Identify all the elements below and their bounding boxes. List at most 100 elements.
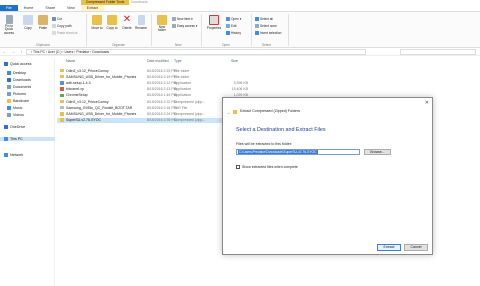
file-date: 8/15/2016 2:22 PM (147, 99, 177, 104)
sidebar-item-label: OneDrive (10, 125, 26, 129)
destination-path-input[interactable]: C:\Users\Predator\Downloads\SuperSU-v2.7… (236, 149, 360, 155)
table-row[interactable]: adb-setup-1.4.3 8/15/2016 2:12 PM Applicat… (57, 80, 277, 85)
properties-button[interactable]: Properties (205, 15, 223, 30)
history-label: History (231, 31, 241, 35)
navigation-arrows[interactable]: ← → ↑ (2, 49, 24, 54)
sidebar-item-this-pc[interactable]: This PC (0, 137, 55, 142)
tab-extract[interactable]: Extract (80, 5, 104, 11)
close-icon[interactable]: ✕ (425, 100, 429, 106)
address-bar-row: ← → ↑ › This PC › Acer (C:) › Users › Pr… (0, 48, 480, 56)
paste-icon (38, 15, 48, 25)
pin-quick-access-button[interactable]: Pin to Quick access (2, 15, 16, 35)
file-name: Odin3_v3.12_PrinceComsy (66, 99, 109, 104)
sidebar-item-onedrive[interactable]: OneDrive (4, 125, 26, 130)
rename-button[interactable]: Rename (135, 15, 147, 30)
open-button[interactable]: Open ▾ (226, 17, 241, 22)
edit-label: Edit (231, 24, 237, 28)
search-input[interactable] (400, 49, 476, 55)
sidebar-item-desktop[interactable]: Desktop (7, 71, 26, 76)
back-arrow-icon[interactable]: ← (227, 110, 231, 115)
sidebar-item-bandicam[interactable]: Bandicam (7, 99, 29, 104)
properties-icon (209, 15, 219, 25)
file-date: 8/15/2016 2:19 PM (147, 74, 177, 79)
sidebar-item-network[interactable]: Network (4, 153, 23, 158)
rename-icon (137, 15, 145, 25)
edit-icon (226, 24, 230, 29)
zip-folder-icon (60, 112, 64, 116)
copy-button[interactable]: Copy (23, 15, 33, 30)
copy-path-button[interactable]: Copy path (52, 24, 72, 29)
new-item-icon (172, 17, 176, 22)
file-type: Compressed (zipp... (174, 99, 206, 104)
column-header-size[interactable]: Size (231, 59, 238, 64)
browse-button[interactable]: Browse... (364, 149, 391, 155)
cut-button[interactable]: Cut (52, 17, 62, 22)
delete-button[interactable]: ✕ Delete (121, 15, 133, 31)
tab-file[interactable]: File (0, 5, 18, 11)
breadcrumb[interactable]: › This PC › Acer (C:) › Users › Predator… (26, 49, 366, 55)
open-icon (226, 17, 230, 22)
new-group-label: New (175, 43, 182, 47)
dialog-heading: Select a Destination and Extract Files (236, 127, 326, 133)
extract-button[interactable]: Extract (377, 244, 401, 251)
copy-path-label: Copy path (57, 24, 72, 28)
invert-selection-button[interactable]: Invert selection (255, 31, 281, 36)
copy-path-icon (52, 24, 56, 29)
select-none-label: Select none (260, 24, 277, 28)
invert-selection-icon (255, 31, 259, 36)
star-icon (4, 62, 8, 67)
show-files-checkbox-label[interactable]: Show extracted files when complete (242, 165, 298, 169)
cancel-button[interactable]: Cancel (404, 244, 428, 251)
new-item-button[interactable]: New item ▾ (172, 17, 193, 22)
new-folder-icon (157, 15, 167, 25)
file-type: Compressed (zipp... (174, 118, 206, 123)
sidebar-item-pictures[interactable]: Pictures (7, 92, 26, 97)
copy-to-icon (107, 15, 117, 25)
application-icon (60, 81, 64, 85)
select-none-icon (255, 24, 259, 29)
easy-access-button[interactable]: Easy access ▾ (172, 24, 197, 29)
sidebar-item-label: Documents (13, 85, 32, 89)
copy-to-button[interactable]: Copy to (106, 15, 118, 30)
select-all-button[interactable]: Select all (255, 17, 273, 22)
new-folder-button[interactable]: New folder (155, 15, 169, 33)
file-name: bitcomet.xp (66, 87, 84, 92)
clipboard-group-label: Clipboard (36, 43, 50, 47)
table-row[interactable]: SAMSUNG_USB_Driver_for_Mobile_Phones 8/15… (57, 74, 277, 79)
file-date: 8/15/2016 2:39 PM (147, 118, 177, 123)
zip-folder-icon (233, 110, 237, 114)
paste-shortcut-button[interactable]: Paste shortcut (52, 31, 77, 36)
application-icon (60, 87, 64, 91)
document-icon (7, 85, 11, 90)
tab-share[interactable]: Share (39, 5, 61, 11)
edit-button[interactable]: Edit (226, 24, 237, 29)
zip-folder-icon (60, 99, 64, 104)
file-name: Samsung_G935x_QC_Rootkit_BOOT.TAR (66, 105, 133, 110)
file-name: SAMSUNG_USB_Driver_for_Mobile_Phones (66, 111, 137, 116)
sidebar-item-videos[interactable]: Videos (7, 113, 24, 118)
file-icon (60, 105, 64, 110)
table-row[interactable]: bitcomet.xp 8/15/2016 2:13 PM Application 1… (57, 87, 277, 92)
sidebar-item-label: Pictures (13, 92, 26, 96)
pin-icon (5, 15, 13, 24)
column-header-type[interactable]: Type (174, 59, 182, 64)
show-files-checkbox[interactable] (236, 165, 240, 169)
sidebar-item-music[interactable]: Music (7, 106, 22, 111)
history-button[interactable]: History (226, 31, 241, 36)
sidebar-item-downloads[interactable]: Downloads (7, 78, 31, 83)
open-label: Open (231, 17, 239, 21)
copy-label: Copy (24, 26, 32, 30)
column-header-date[interactable]: Date modified (147, 59, 169, 64)
column-header-name[interactable]: Name (66, 59, 75, 64)
cut-label: Cut (57, 17, 62, 21)
move-to-button[interactable]: Move to (91, 15, 103, 30)
select-none-button[interactable]: Select none (255, 24, 277, 29)
tab-home[interactable]: Home (18, 5, 40, 11)
sidebar-item-documents[interactable]: Documents (7, 85, 32, 90)
table-row[interactable]: Odin3_v3.12_PrinceComsy 8/15/2016 2:23 PM… (57, 68, 277, 73)
tab-view[interactable]: View (61, 5, 81, 11)
copy-to-label: Copy to (106, 26, 118, 30)
paste-button[interactable]: Paste (38, 15, 48, 30)
sidebar-item-quick-access[interactable]: Quick access (4, 62, 31, 67)
download-icon (7, 78, 11, 83)
